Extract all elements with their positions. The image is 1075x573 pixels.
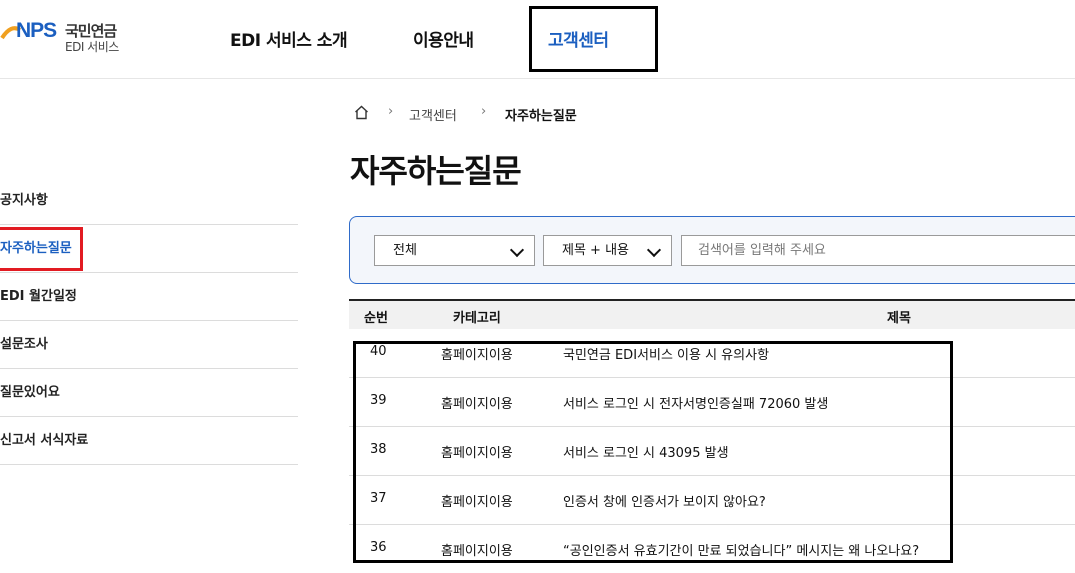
chevron-right-icon: ›: [481, 104, 487, 119]
home-icon[interactable]: [354, 105, 369, 120]
column-header-title: 제목: [887, 311, 911, 326]
logo-sub-text: EDI 서비스: [65, 40, 119, 54]
column-header-number: 순번: [364, 311, 388, 326]
search-input[interactable]: [681, 235, 1075, 266]
nps-logo[interactable]: NPS 국민연금 EDI 서비스: [0, 14, 140, 62]
sidebar-item-survey[interactable]: 설문조사: [0, 321, 298, 369]
chevron-down-icon: [646, 242, 662, 258]
search-panel: 전체 제목 + 내용: [349, 216, 1075, 284]
sidebar-item-forms[interactable]: 신고서 서식자료: [0, 417, 298, 465]
table-highlight-box: [353, 341, 953, 563]
column-header-category: 카테고리: [453, 311, 501, 326]
chevron-down-icon: [509, 242, 525, 258]
chevron-right-icon: ›: [388, 104, 394, 119]
site-header: NPS 국민연금 EDI 서비스 EDI 서비스 소개 이용안내 고객센터: [0, 0, 1075, 79]
search-field-select[interactable]: 제목 + 내용: [543, 235, 672, 266]
nav-highlight-box: [529, 6, 658, 72]
breadcrumb-customer-center[interactable]: 고객센터: [409, 105, 457, 124]
sidebar-item-monthly-schedule[interactable]: EDI 월간일정: [0, 273, 298, 321]
table-header: 순번 카테고리 제목: [349, 299, 1075, 329]
search-field-value: 제목 + 내용: [562, 243, 629, 258]
nav-item-guide[interactable]: 이용안내: [413, 26, 474, 51]
category-select-value: 전체: [393, 243, 417, 258]
page-title: 자주하는질문: [350, 152, 522, 190]
sidebar-item-questions[interactable]: 질문있어요: [0, 369, 298, 417]
category-select[interactable]: 전체: [374, 235, 535, 266]
nav-item-edi-intro[interactable]: EDI 서비스 소개: [230, 26, 348, 51]
sidebar-highlight-box: [0, 227, 83, 271]
sidebar-item-notice[interactable]: 공지사항: [0, 177, 298, 225]
breadcrumb-current: 자주하는질문: [505, 109, 577, 124]
logo-nps-text: NPS: [16, 19, 57, 42]
